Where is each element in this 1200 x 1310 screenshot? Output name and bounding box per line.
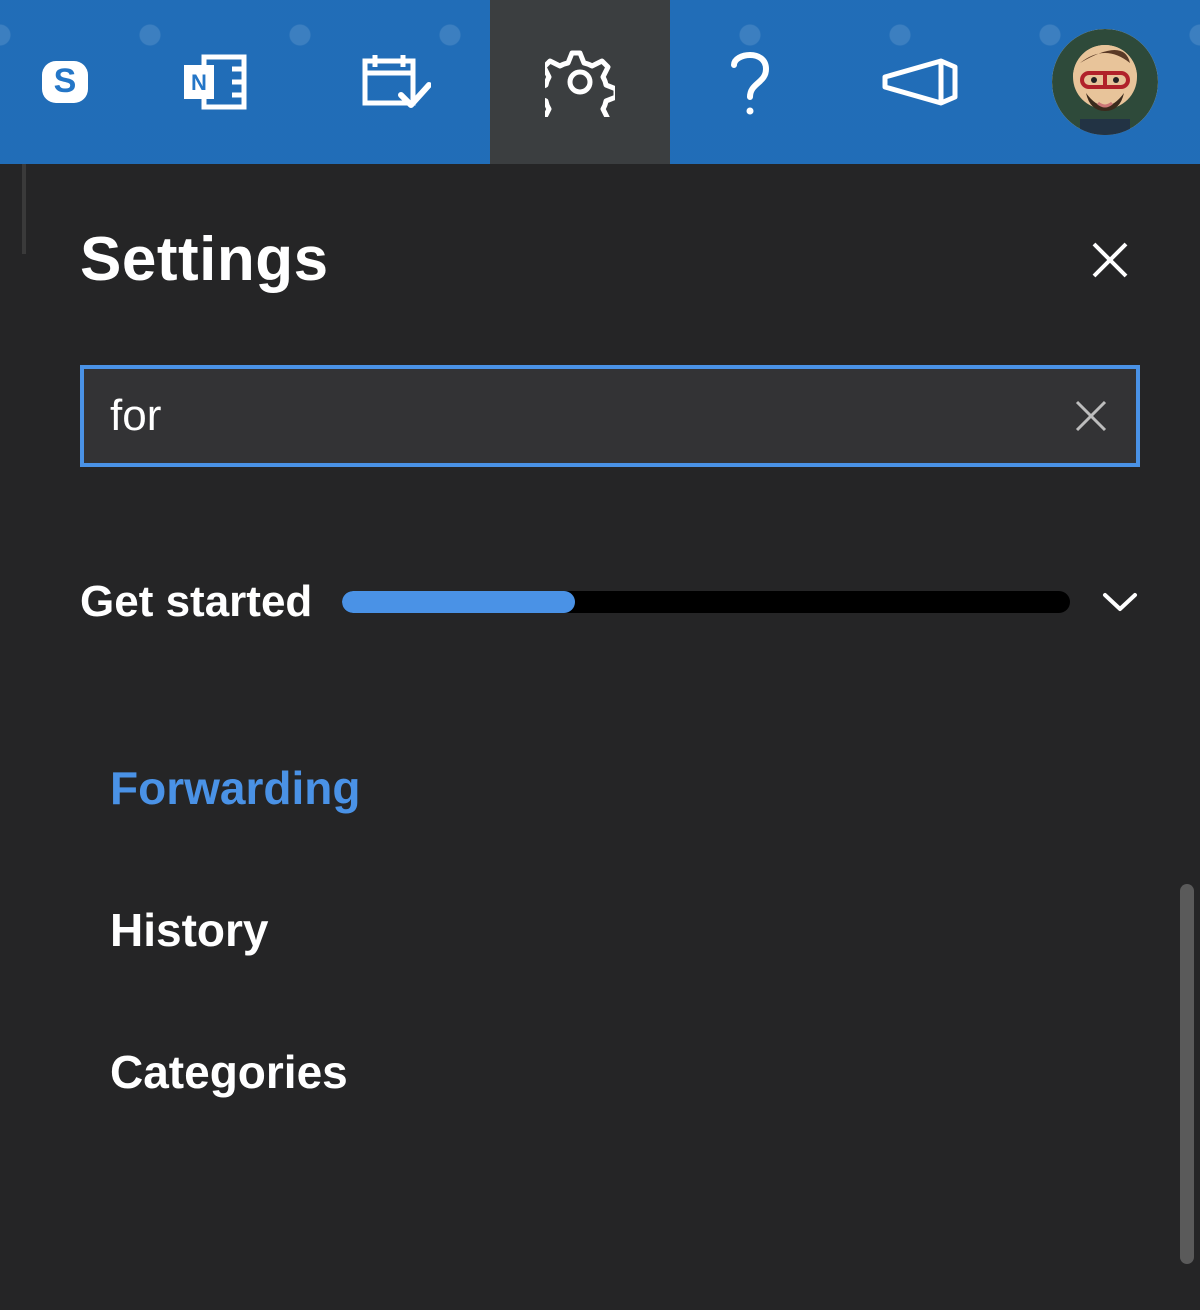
avatar-image <box>1052 29 1158 135</box>
onenote-icon[interactable]: N <box>130 0 300 164</box>
get-started-label: Get started <box>80 577 312 627</box>
result-item[interactable]: Forwarding <box>110 717 1140 859</box>
skype-icon[interactable]: S <box>0 0 130 164</box>
chevron-down-icon <box>1102 591 1138 613</box>
help-icon[interactable] <box>670 0 830 164</box>
search-clear-button[interactable] <box>1066 391 1116 441</box>
gear-icon[interactable] <box>490 0 670 164</box>
close-button[interactable] <box>1080 230 1140 290</box>
progress-fill <box>342 591 575 613</box>
result-item[interactable]: History <box>110 859 1140 1001</box>
panel-title: Settings <box>80 224 329 295</box>
search-input[interactable] <box>110 391 1066 441</box>
panel-header: Settings <box>80 224 1140 295</box>
svg-text:S: S <box>54 62 77 100</box>
panel-left-divider <box>22 164 26 254</box>
settings-search[interactable] <box>80 365 1140 467</box>
search-results: ForwardingHistoryCategories <box>80 717 1140 1143</box>
avatar[interactable] <box>1010 0 1200 164</box>
megaphone-icon[interactable] <box>830 0 1010 164</box>
get-started-row[interactable]: Get started <box>80 577 1140 627</box>
get-started-progress <box>342 591 1070 613</box>
expand-toggle[interactable] <box>1100 591 1140 613</box>
result-item[interactable]: Categories <box>110 1001 1140 1143</box>
scrollbar-thumb[interactable] <box>1180 884 1194 1264</box>
clear-icon <box>1073 398 1109 434</box>
calendar-check-icon[interactable] <box>300 0 490 164</box>
close-icon <box>1090 240 1130 280</box>
svg-text:N: N <box>191 70 207 95</box>
settings-panel: Settings Get started <box>22 164 1200 1310</box>
topbar: S N <box>0 0 1200 164</box>
